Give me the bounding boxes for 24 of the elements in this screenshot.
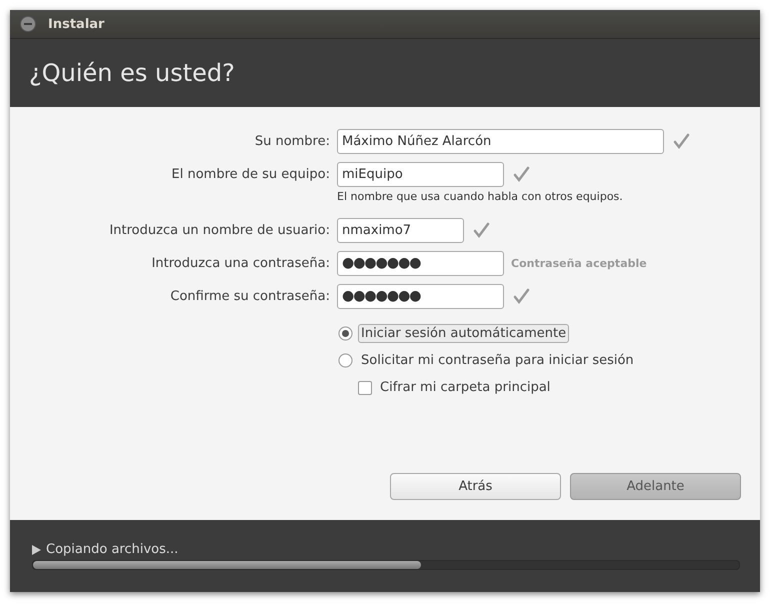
field-label: Confirme su contraseña: [169,288,331,304]
text-field[interactable]: nmaximo7 [337,218,464,242]
expander-triangle-icon[interactable] [32,544,41,554]
progress-label: Copiando archivos... [46,542,178,557]
checkbox[interactable] [358,380,372,394]
text-field[interactable]: Máximo Núñez Alarcón [337,128,664,154]
radio-button[interactable] [338,326,353,341]
checkbox-label[interactable]: Cifrar mi carpeta principal [377,378,554,397]
field-label: Su nombre: [254,134,331,148]
password-field[interactable]: ●●●●●●● [337,250,504,276]
password-field[interactable]: ●●●●●●● [337,284,504,308]
window-title: Instalar [48,16,104,32]
field-label: Introduzca una contraseña: [150,256,331,270]
radio-label[interactable]: Solicitar mi contraseña para iniciar sesión [358,351,637,370]
page-heading: ¿Quién es usted? [29,59,235,87]
nav-button[interactable]: Atrás [390,473,561,500]
text-field[interactable]: miEquipo [337,162,504,186]
field-label: El nombre de su equipo: [170,166,331,182]
password-strength: Contraseña aceptable [511,256,647,270]
radio-label[interactable]: Iniciar sesión automáticamente [358,324,570,343]
field-hint: El nombre que usa cuando habla con otros equipos. [337,190,623,203]
close-icon[interactable] [20,16,36,32]
radio-button[interactable] [338,353,353,368]
field-label: Introduzca un nombre de usuario: [108,222,331,238]
